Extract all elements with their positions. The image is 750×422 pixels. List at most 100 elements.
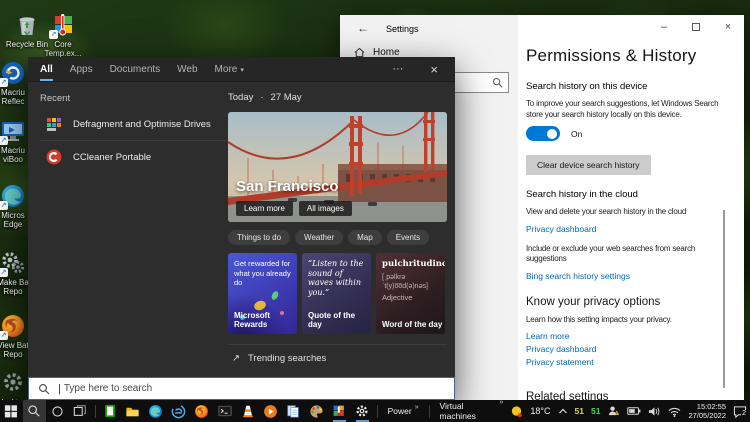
system-tray: 18°C 51 51 15:02:5527/05/2022 2 [510, 402, 750, 420]
taskbar-core-temp-app[interactable] [328, 400, 351, 422]
tray-time: 15:02:55 [697, 402, 726, 411]
task-view-button[interactable] [69, 400, 92, 422]
shortcut-arrow-icon: ↗ [0, 201, 8, 210]
rewards-card[interactable]: Get rewarded for what you already do Mic… [228, 253, 297, 334]
core-temp-reading-1[interactable]: 51 [575, 406, 584, 416]
leaf-decoration [270, 290, 279, 301]
tab-all[interactable]: All [40, 57, 53, 81]
network-icon[interactable] [668, 406, 681, 417]
taskbar-file-explorer[interactable] [122, 400, 145, 422]
taskbar-search-button[interactable] [23, 400, 46, 422]
config-gear-icon [0, 370, 26, 396]
toolbar-power[interactable]: Power» [381, 406, 426, 416]
scrollbar[interactable] [723, 210, 725, 388]
battery-icon[interactable] [627, 406, 641, 416]
page-title: Permissions & History [526, 46, 728, 66]
core-temp-icon: ↗ [50, 12, 76, 38]
cortana-button[interactable] [46, 400, 69, 422]
tab-web[interactable]: Web [177, 57, 197, 81]
core-temp-reading-2[interactable]: 51 [591, 406, 600, 416]
user-alert-icon[interactable] [607, 405, 620, 417]
all-images-button[interactable]: All images [299, 201, 352, 216]
shortcut-arrow-icon: ↗ [49, 30, 58, 39]
quote-card[interactable]: “Listen to the sound of waves within you… [302, 253, 371, 334]
learn-more-link[interactable]: Learn more [526, 331, 728, 341]
tab-apps[interactable]: Apps [70, 57, 93, 81]
taskbar-settings-app[interactable] [351, 400, 374, 422]
taskbar-internet-explorer[interactable] [167, 400, 190, 422]
gear-icon [355, 404, 369, 418]
maximize-button[interactable] [680, 15, 712, 39]
bing-history-link[interactable]: Bing search history settings [526, 271, 728, 281]
pill-things-to-do[interactable]: Things to do [228, 230, 290, 245]
settings-window-title: Settings [386, 24, 419, 34]
more-options-button[interactable]: ··· [387, 57, 408, 81]
documents-icon [286, 404, 300, 418]
device-history-heading: Search history on this device [526, 81, 728, 92]
taskbar-search-input[interactable]: | Type here to search [28, 377, 455, 400]
privacy-statement-link[interactable]: Privacy statement [526, 357, 728, 367]
action-center-button[interactable]: 2 [733, 405, 747, 418]
weather-icon[interactable] [510, 405, 523, 418]
location-title: San Francisco [236, 178, 339, 195]
vlc-icon [241, 404, 255, 418]
pill-events[interactable]: Events [387, 230, 429, 245]
taskbar-command-prompt[interactable] [213, 400, 236, 422]
clear-history-button[interactable]: Clear device search history [526, 155, 651, 175]
toggle-knob [547, 129, 557, 139]
trending-arrow-icon: ↗ [232, 353, 240, 364]
defragment-icon [46, 116, 62, 132]
close-flyout-button[interactable]: × [425, 57, 443, 81]
taskbar-separator [95, 405, 96, 418]
pill-map[interactable]: Map [348, 230, 382, 245]
minimize-button[interactable]: – [648, 15, 680, 39]
recent-item-defragment[interactable]: Defragment and Optimise Drives [40, 108, 226, 140]
cortana-icon [51, 405, 64, 418]
volume-icon[interactable] [648, 406, 661, 417]
start-button[interactable] [0, 400, 23, 422]
tab-more[interactable]: More▾ [215, 57, 244, 81]
taskbar: Power» Virtual machines» 18°C 51 51 15:0… [0, 400, 750, 422]
taskbar-notes[interactable] [282, 400, 305, 422]
taskbar-vlc[interactable] [236, 400, 259, 422]
pill-weather[interactable]: Weather [295, 230, 343, 245]
gears-icon: ↗ [0, 250, 26, 276]
privacy-dashboard-link-2[interactable]: Privacy dashboard [526, 344, 728, 354]
media-player-icon [263, 404, 278, 419]
taskbar-separator [377, 405, 378, 418]
settings-content: Permissions & History Search history on … [526, 15, 728, 422]
edge-icon: ↗ [0, 183, 26, 209]
desktop-icon-core-temp[interactable]: ↗ CoreTemp.ex... [36, 12, 90, 58]
web-search-description: Include or exclude your web searches fro… [526, 244, 728, 265]
firefox-icon [194, 404, 209, 419]
back-arrow-icon[interactable]: ← [353, 21, 373, 35]
tab-documents[interactable]: Documents [110, 57, 161, 81]
cloud-history-heading: Search history in the cloud [526, 189, 728, 200]
tray-expand-icon[interactable] [558, 407, 568, 415]
taskbar-libreoffice[interactable] [99, 400, 122, 422]
shortcut-arrow-icon: ↗ [0, 136, 8, 145]
folder-icon [125, 404, 140, 419]
privacy-dashboard-link[interactable]: Privacy dashboard [526, 224, 728, 234]
taskbar-firefox[interactable] [190, 400, 213, 422]
search-icon [492, 77, 503, 88]
macrium-viboot-icon: ↗ [0, 118, 26, 144]
privacy-options-description: Learn how this setting impacts your priv… [526, 315, 728, 326]
taskbar-media-player[interactable] [259, 400, 282, 422]
taskbar-edge[interactable] [144, 400, 167, 422]
taskbar-paint[interactable] [305, 400, 328, 422]
recent-item-ccleaner[interactable]: CCleaner Portable [40, 141, 226, 173]
trending-searches[interactable]: ↗ Trending searches [228, 344, 447, 364]
learn-more-button[interactable]: Learn more [236, 201, 293, 216]
temperature-label[interactable]: 18°C [530, 406, 550, 416]
search-history-toggle[interactable] [526, 126, 560, 141]
shortcut-arrow-icon: ↗ [0, 331, 8, 340]
clock[interactable]: 15:02:5527/05/2022 [688, 402, 726, 420]
toolbar-virtual-machines[interactable]: Virtual machines» [433, 401, 511, 421]
shortcut-arrow-icon: ↗ [0, 78, 8, 87]
location-card[interactable]: San Francisco Learn more All images [228, 112, 447, 222]
tray-date: 27/05/2022 [688, 411, 726, 420]
palette-icon [309, 404, 324, 419]
word-of-day-card[interactable]: pulchritudinous [ˌpəlkrəˈt(y)o͞od(ə)nəs]… [376, 253, 445, 334]
close-button[interactable]: × [712, 15, 744, 39]
